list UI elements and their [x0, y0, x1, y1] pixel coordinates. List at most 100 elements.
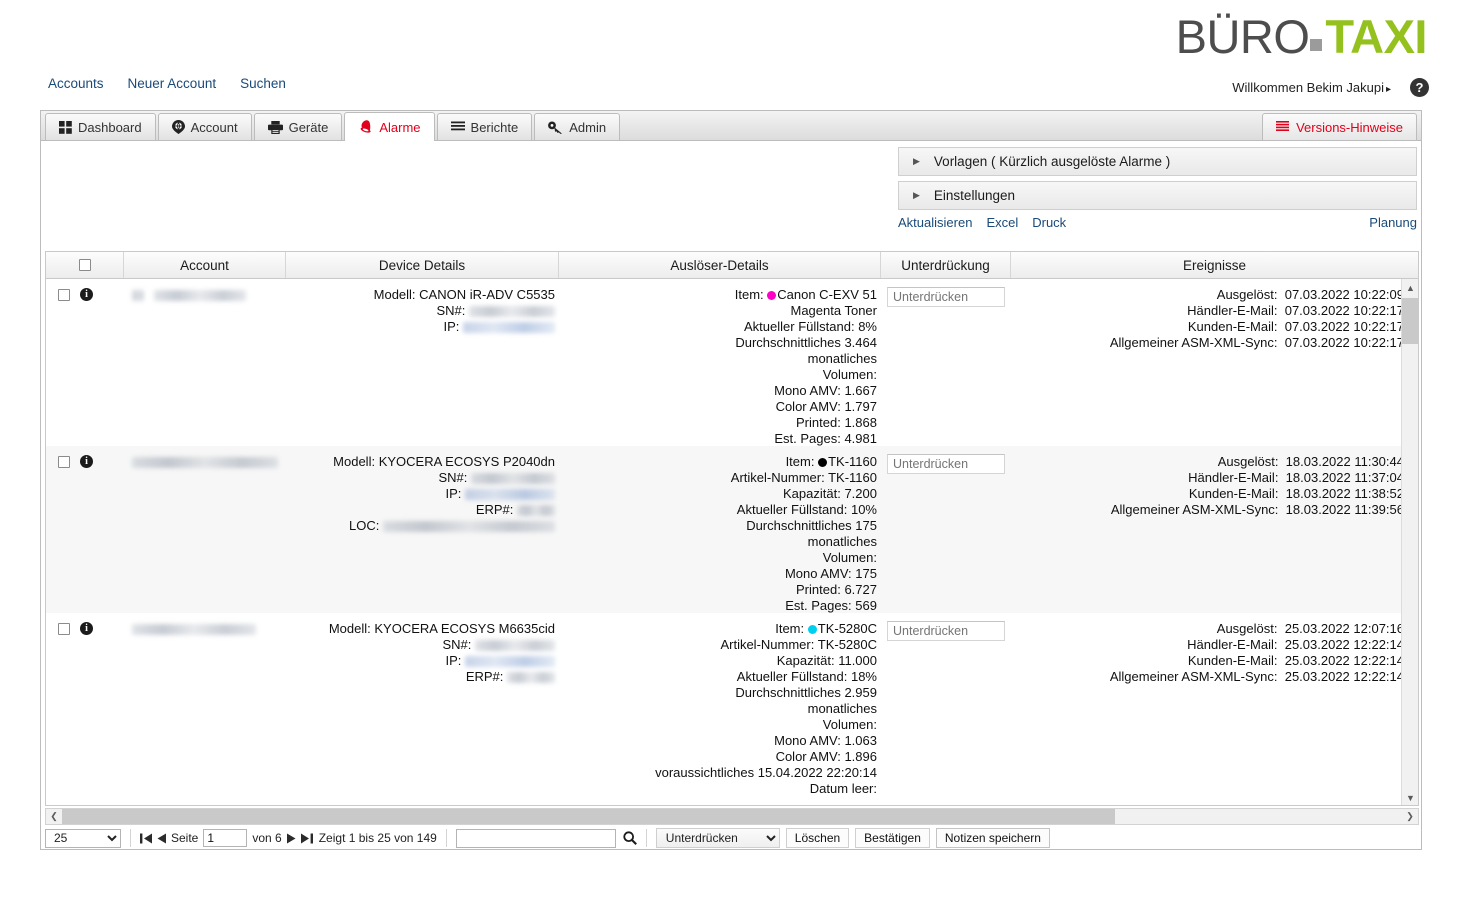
header-select-all[interactable]: [46, 252, 124, 278]
tab-berichte-label: Berichte: [471, 120, 519, 135]
event-label: Ausgelöst:: [1217, 287, 1278, 302]
table-row[interactable]: i Modell: KYOCERA ECOSYS P2040dn SN#: IP…: [46, 446, 1418, 613]
confirm-button[interactable]: Bestätigen: [855, 828, 930, 848]
tab-berichte[interactable]: Berichte: [437, 113, 533, 140]
link-aktualisieren[interactable]: Aktualisieren: [898, 215, 972, 230]
tab-alarme[interactable]: Alarme: [344, 112, 434, 141]
redacted-text: [463, 322, 555, 333]
header-unterdrueckung[interactable]: Unterdrückung: [881, 252, 1011, 278]
trigger-line-value: 175: [855, 566, 877, 581]
scroll-down-icon[interactable]: ▼: [1402, 789, 1419, 806]
table-horizontal-scrollbar[interactable]: ❮ ❯: [45, 808, 1419, 825]
link-druck[interactable]: Druck: [1032, 215, 1066, 230]
logo-taxi-text: TAXI: [1325, 10, 1427, 63]
event-label: Kunden-E-Mail:: [1188, 653, 1278, 668]
device-sn-line: SN#:: [286, 470, 555, 486]
table-row[interactable]: i Modell: KYOCERA ECOSYS M6635cid SN#: I…: [46, 613, 1418, 793]
topnav-neuer-account[interactable]: Neuer Account: [128, 76, 217, 91]
panel-vorlagen[interactable]: ▶ Vorlagen ( Kürzlich ausgelöste Alarme …: [898, 147, 1417, 176]
trigger-line: Datum leer:: [559, 781, 877, 797]
event-line: Kunden-E-Mail: 25.03.2022 12:22:14: [1011, 653, 1404, 669]
scroll-right-icon[interactable]: ❯: [1402, 809, 1418, 824]
prev-page-icon[interactable]: [157, 833, 166, 844]
link-planung[interactable]: Planung: [1369, 215, 1417, 230]
redacted-text: [383, 521, 555, 532]
suppress-input[interactable]: [887, 621, 1005, 641]
tab-account[interactable]: Account: [158, 113, 252, 140]
page-size-select[interactable]: 25 50 100: [45, 829, 121, 848]
event-value: 18.03.2022 11:37:04: [1286, 470, 1404, 485]
info-icon[interactable]: i: [80, 288, 93, 301]
suppress-input[interactable]: [887, 287, 1005, 307]
divider: [646, 829, 647, 847]
trigger-item-line: Item: TK-5280C: [559, 621, 877, 637]
tab-dashboard[interactable]: Dashboard: [45, 113, 156, 140]
table-vertical-scrollbar[interactable]: ▲ ▼: [1401, 279, 1418, 806]
trigger-line-label: Mono AMV:: [785, 566, 852, 581]
info-icon[interactable]: i: [80, 455, 93, 468]
trigger-line-label: Printed:: [796, 582, 841, 597]
trigger-line-value: 2.959: [844, 685, 877, 700]
trigger-details-cell: Item: TK-5280C Artikel-Nummer: TK-5280C …: [559, 613, 881, 793]
panel-vorlagen-label: Vorlagen ( Kürzlich ausgelöste Alarme ): [934, 154, 1170, 169]
search-input[interactable]: [456, 829, 616, 848]
trigger-line-value: 175: [855, 518, 877, 533]
trigger-line-value: 3.464: [844, 335, 877, 350]
panel-einstellungen[interactable]: ▶ Einstellungen: [898, 181, 1417, 210]
magnifier-icon[interactable]: [623, 831, 637, 845]
welcome-user[interactable]: Willkommen Bekim Jakupi▸: [1232, 80, 1391, 95]
save-notes-button[interactable]: Notizen speichern: [936, 828, 1050, 848]
trigger-line: Printed: 1.868: [559, 415, 877, 431]
select-all-checkbox[interactable]: [79, 259, 91, 271]
event-value: 25.03.2022 12:07:16: [1285, 621, 1404, 636]
delete-button[interactable]: Löschen: [786, 828, 849, 848]
tab-geraete[interactable]: Geräte: [254, 113, 343, 140]
topnav-accounts[interactable]: Accounts: [48, 76, 104, 91]
vertical-scroll-thumb[interactable]: [1402, 298, 1419, 344]
redacted-text: [507, 672, 555, 683]
row-checkbox[interactable]: [58, 623, 70, 635]
first-page-icon[interactable]: [140, 833, 152, 844]
row-checkbox[interactable]: [58, 456, 70, 468]
trigger-item-value: TK-5280C: [818, 621, 877, 636]
tab-bar: Dashboard Account Geräte Alarme: [41, 111, 1421, 141]
row-checkbox[interactable]: [58, 289, 70, 301]
header-device-details[interactable]: Device Details: [286, 252, 559, 278]
trigger-line-label: Mono AMV:: [774, 733, 841, 748]
release-notes-button[interactable]: Versions-Hinweise: [1262, 113, 1417, 140]
info-icon[interactable]: i: [80, 622, 93, 635]
page-number-input[interactable]: [203, 829, 247, 847]
redacted-text: [469, 306, 555, 317]
horizontal-scroll-track[interactable]: [62, 809, 1402, 824]
header-ereignisse[interactable]: Ereignisse: [1011, 252, 1418, 278]
trigger-details-cell: Item: TK-1160 Artikel-Nummer: TK-1160 Ka…: [559, 446, 881, 613]
event-line: Allgemeiner ASM-XML-Sync: 18.03.2022 11:…: [1011, 502, 1404, 518]
device-details-cell: Modell: CANON iR-ADV C5535 SN#: IP:: [286, 279, 559, 446]
horizontal-scroll-thumb[interactable]: [62, 809, 1115, 824]
scroll-left-icon[interactable]: ❮: [46, 809, 62, 824]
topnav-suchen[interactable]: Suchen: [240, 76, 286, 91]
bulk-action-select[interactable]: Unterdrücken Löschen Bestätigen: [656, 828, 780, 848]
trigger-line-value: 7.200: [844, 486, 877, 501]
event-label: Händler-E-Mail:: [1187, 637, 1277, 652]
help-icon[interactable]: ?: [1410, 78, 1429, 97]
key-icon: [548, 121, 563, 134]
last-page-icon[interactable]: [301, 833, 313, 844]
header-account[interactable]: Account: [124, 252, 286, 278]
top-navigation: Accounts Neuer Account Suchen: [48, 76, 286, 91]
side-panels: ▶ Vorlagen ( Kürzlich ausgelöste Alarme …: [898, 147, 1417, 230]
events-cell: Ausgelöst: 18.03.2022 11:30:44 Händler-E…: [1011, 446, 1418, 613]
header-ausloeser-details[interactable]: Auslöser-Details: [559, 252, 881, 278]
next-page-icon[interactable]: [287, 833, 296, 844]
trigger-item-label: Item:: [775, 621, 804, 636]
trigger-line-label: Printed:: [796, 415, 841, 430]
event-value: 07.03.2022 10:22:09: [1285, 287, 1404, 302]
scroll-up-icon[interactable]: ▲: [1402, 279, 1419, 296]
suppress-input[interactable]: [887, 454, 1005, 474]
link-excel[interactable]: Excel: [986, 215, 1018, 230]
table-row[interactable]: i Modell: CANON iR-ADV C5535 SN#: IP: It…: [46, 279, 1418, 446]
trigger-line: monatliches: [559, 701, 877, 717]
alarms-table: Account Device Details Auslöser-Details …: [45, 251, 1419, 806]
device-ip-line: IP:: [286, 486, 555, 502]
tab-admin[interactable]: Admin: [534, 113, 620, 140]
